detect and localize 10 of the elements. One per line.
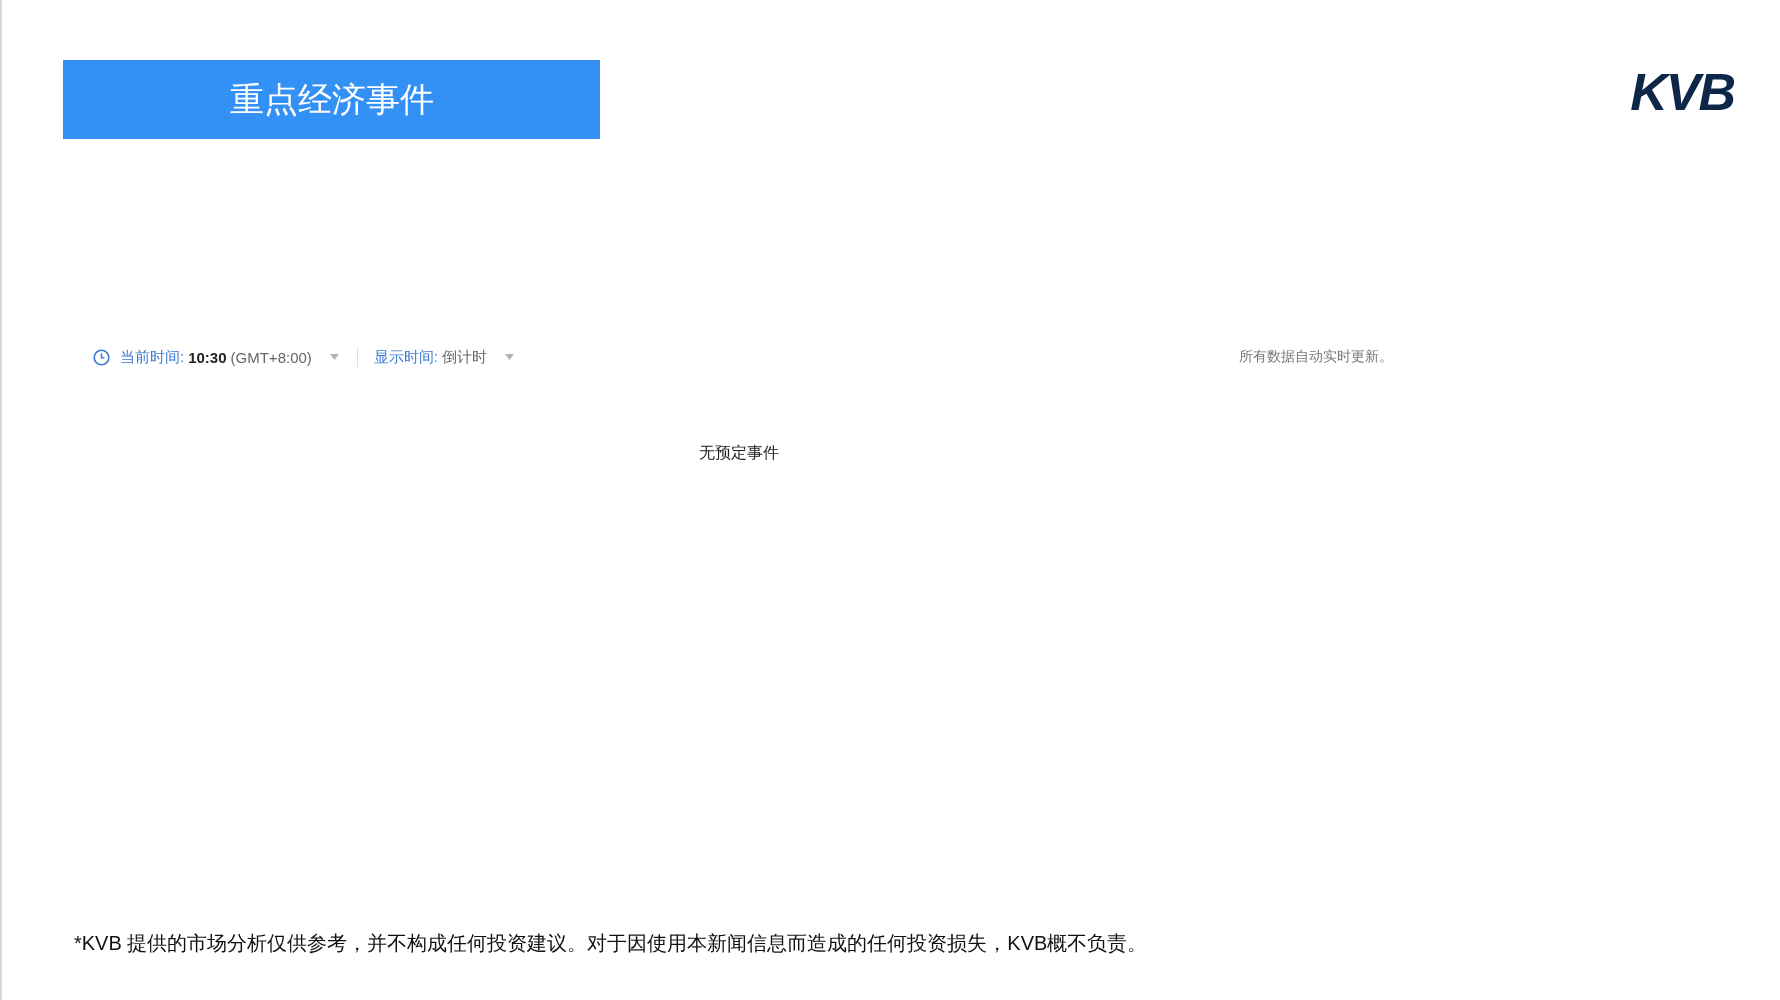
empty-message: 无预定事件 xyxy=(699,443,779,463)
update-note: 所有数据自动实时更新。 xyxy=(1239,348,1393,366)
display-time-dropdown[interactable]: 显示时间: 倒计时 xyxy=(373,347,514,367)
title-banner: 重点经济事件 xyxy=(63,60,600,139)
logo: KVB xyxy=(1630,66,1734,118)
current-time-dropdown[interactable]: 当前时间: 10:30 (GMT+8:00) xyxy=(120,347,339,367)
clock-icon xyxy=(93,348,110,366)
caret-icon xyxy=(505,354,514,360)
caret-icon xyxy=(329,354,339,360)
disclaimer-text: *KVB 提供的市场分析仅供参考，并不构成任何投资建议。对于因使用本新闻信息而造成的任何投资损失，KVB概不负责。 xyxy=(74,931,1148,956)
